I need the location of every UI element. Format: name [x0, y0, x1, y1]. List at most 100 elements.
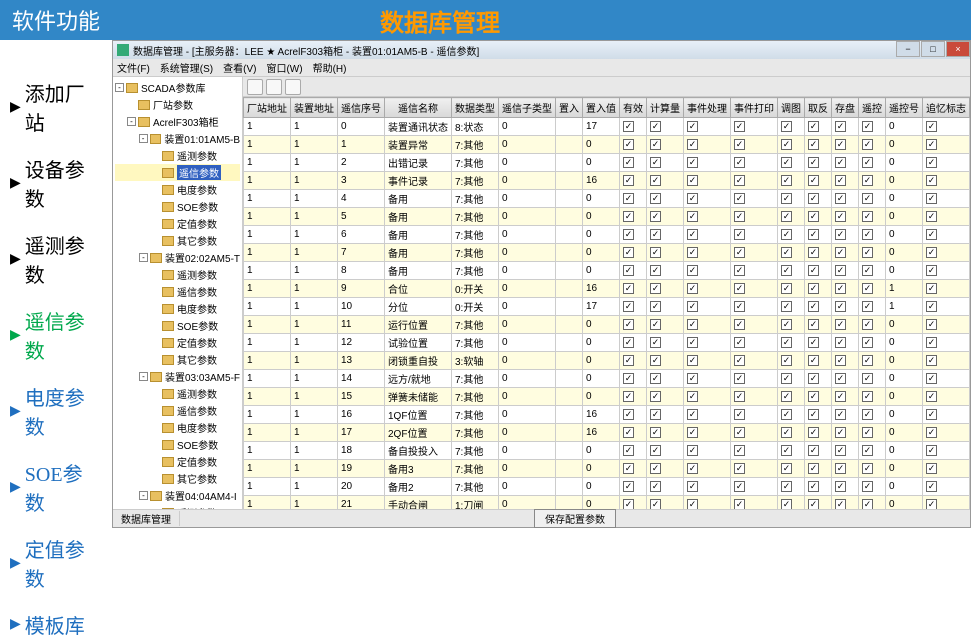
checkbox-icon[interactable]: ✓ — [687, 445, 698, 456]
cell[interactable]: 16 — [338, 406, 385, 424]
column-header[interactable]: 遥控 — [859, 98, 886, 118]
checkbox-icon[interactable]: ✓ — [623, 445, 634, 456]
cell[interactable]: 1 — [291, 298, 338, 316]
menu-item-1[interactable]: 系统管理(S) — [160, 60, 213, 75]
cell[interactable]: 17 — [338, 424, 385, 442]
checkbox-icon[interactable]: ✓ — [734, 319, 745, 330]
checkbox-icon[interactable]: ✓ — [623, 193, 634, 204]
checkbox-icon[interactable]: ✓ — [835, 409, 846, 420]
checkbox-icon[interactable]: ✓ — [808, 373, 819, 384]
table-row[interactable]: 11161QF位置7:其他016✓✓✓✓✓✓✓✓0✓ — [244, 406, 970, 424]
cell[interactable]: 试验位置 — [385, 334, 452, 352]
checkbox-icon[interactable]: ✓ — [623, 337, 634, 348]
tree-node[interactable]: 电度参数 — [115, 300, 240, 317]
checkbox-icon[interactable]: ✓ — [808, 391, 819, 402]
cell[interactable]: ✓ — [832, 244, 859, 262]
cell[interactable]: 7:其他 — [452, 172, 499, 190]
cell[interactable]: ✓ — [684, 316, 731, 334]
checkbox-icon[interactable]: ✓ — [808, 229, 819, 240]
status-tab[interactable]: 数据库管理 — [113, 511, 180, 526]
cell[interactable]: 21 — [338, 496, 385, 510]
cell[interactable]: ✓ — [923, 442, 970, 460]
cell[interactable]: 0 — [499, 172, 556, 190]
table-row[interactable]: 1121手动合闸1:刀闸00✓✓✓✓✓✓✓✓0✓ — [244, 496, 970, 510]
cell[interactable]: 0 — [886, 118, 923, 136]
checkbox-icon[interactable]: ✓ — [835, 157, 846, 168]
cell[interactable]: 装置异常 — [385, 136, 452, 154]
checkbox-icon[interactable]: ✓ — [862, 355, 873, 366]
cell[interactable]: 0 — [499, 226, 556, 244]
checkbox-icon[interactable]: ✓ — [650, 283, 661, 294]
checkbox-icon[interactable]: ✓ — [835, 499, 846, 509]
column-header[interactable]: 遥信子类型 — [499, 98, 556, 118]
cell[interactable]: ✓ — [805, 370, 832, 388]
tree-node[interactable]: 电度参数 — [115, 419, 240, 436]
column-header[interactable]: 遥控号 — [886, 98, 923, 118]
checkbox-icon[interactable]: ✓ — [835, 427, 846, 438]
checkbox-icon[interactable]: ✓ — [835, 355, 846, 366]
checkbox-icon[interactable]: ✓ — [623, 283, 634, 294]
cell[interactable]: 1 — [291, 334, 338, 352]
cell[interactable]: 0:开关 — [452, 280, 499, 298]
cell[interactable]: ✓ — [805, 334, 832, 352]
cell[interactable]: 0 — [499, 262, 556, 280]
cell[interactable]: ✓ — [859, 208, 886, 226]
checkbox-icon[interactable]: ✓ — [808, 445, 819, 456]
cell[interactable]: ✓ — [805, 496, 832, 510]
cell[interactable]: ✓ — [731, 478, 778, 496]
cell[interactable]: ✓ — [778, 244, 805, 262]
cell[interactable]: 0 — [499, 442, 556, 460]
nav-item-4[interactable]: ▶电度参数 — [10, 382, 102, 440]
checkbox-icon[interactable]: ✓ — [687, 139, 698, 150]
cell[interactable]: 17 — [583, 118, 620, 136]
cell[interactable] — [556, 244, 583, 262]
cell[interactable]: ✓ — [778, 226, 805, 244]
checkbox-icon[interactable]: ✓ — [808, 211, 819, 222]
checkbox-icon[interactable]: ✓ — [862, 121, 873, 132]
checkbox-icon[interactable]: ✓ — [687, 157, 698, 168]
cell[interactable]: ✓ — [620, 352, 647, 370]
cell[interactable]: ✓ — [859, 262, 886, 280]
cell[interactable]: ✓ — [684, 352, 731, 370]
checkbox-icon[interactable]: ✓ — [808, 247, 819, 258]
cell[interactable]: ✓ — [859, 154, 886, 172]
checkbox-icon[interactable]: ✓ — [862, 481, 873, 492]
menu-item-2[interactable]: 查看(V) — [223, 60, 256, 75]
checkbox-icon[interactable]: ✓ — [687, 319, 698, 330]
cell[interactable]: ✓ — [731, 118, 778, 136]
cell[interactable]: ✓ — [859, 424, 886, 442]
checkbox-icon[interactable]: ✓ — [781, 229, 792, 240]
checkbox-icon[interactable]: ✓ — [734, 265, 745, 276]
cell[interactable]: 7:其他 — [452, 424, 499, 442]
cell[interactable]: ✓ — [684, 424, 731, 442]
cell[interactable]: ✓ — [923, 190, 970, 208]
cell[interactable]: ✓ — [684, 406, 731, 424]
cell[interactable]: 0 — [499, 424, 556, 442]
cell[interactable]: 0 — [886, 244, 923, 262]
cell[interactable]: ✓ — [805, 208, 832, 226]
cell[interactable]: ✓ — [859, 190, 886, 208]
checkbox-icon[interactable]: ✓ — [734, 481, 745, 492]
cell[interactable] — [556, 352, 583, 370]
checkbox-icon[interactable]: ✓ — [687, 229, 698, 240]
checkbox-icon[interactable]: ✓ — [687, 355, 698, 366]
checkbox-icon[interactable]: ✓ — [808, 409, 819, 420]
cell[interactable]: 1 — [291, 190, 338, 208]
cell[interactable]: 9 — [338, 280, 385, 298]
cell[interactable]: ✓ — [647, 190, 684, 208]
cell[interactable]: 0 — [886, 208, 923, 226]
cell[interactable]: ✓ — [684, 118, 731, 136]
cell[interactable]: ✓ — [923, 460, 970, 478]
cell[interactable]: ✓ — [923, 136, 970, 154]
cell[interactable]: ✓ — [778, 118, 805, 136]
checkbox-icon[interactable]: ✓ — [835, 337, 846, 348]
cell[interactable]: 0 — [886, 478, 923, 496]
checkbox-icon[interactable]: ✓ — [835, 481, 846, 492]
cell[interactable]: ✓ — [620, 424, 647, 442]
cell[interactable]: ✓ — [859, 316, 886, 334]
checkbox-icon[interactable]: ✓ — [650, 337, 661, 348]
cell[interactable]: ✓ — [684, 496, 731, 510]
cell[interactable]: ✓ — [778, 316, 805, 334]
cell[interactable]: 5 — [338, 208, 385, 226]
cell[interactable] — [556, 298, 583, 316]
